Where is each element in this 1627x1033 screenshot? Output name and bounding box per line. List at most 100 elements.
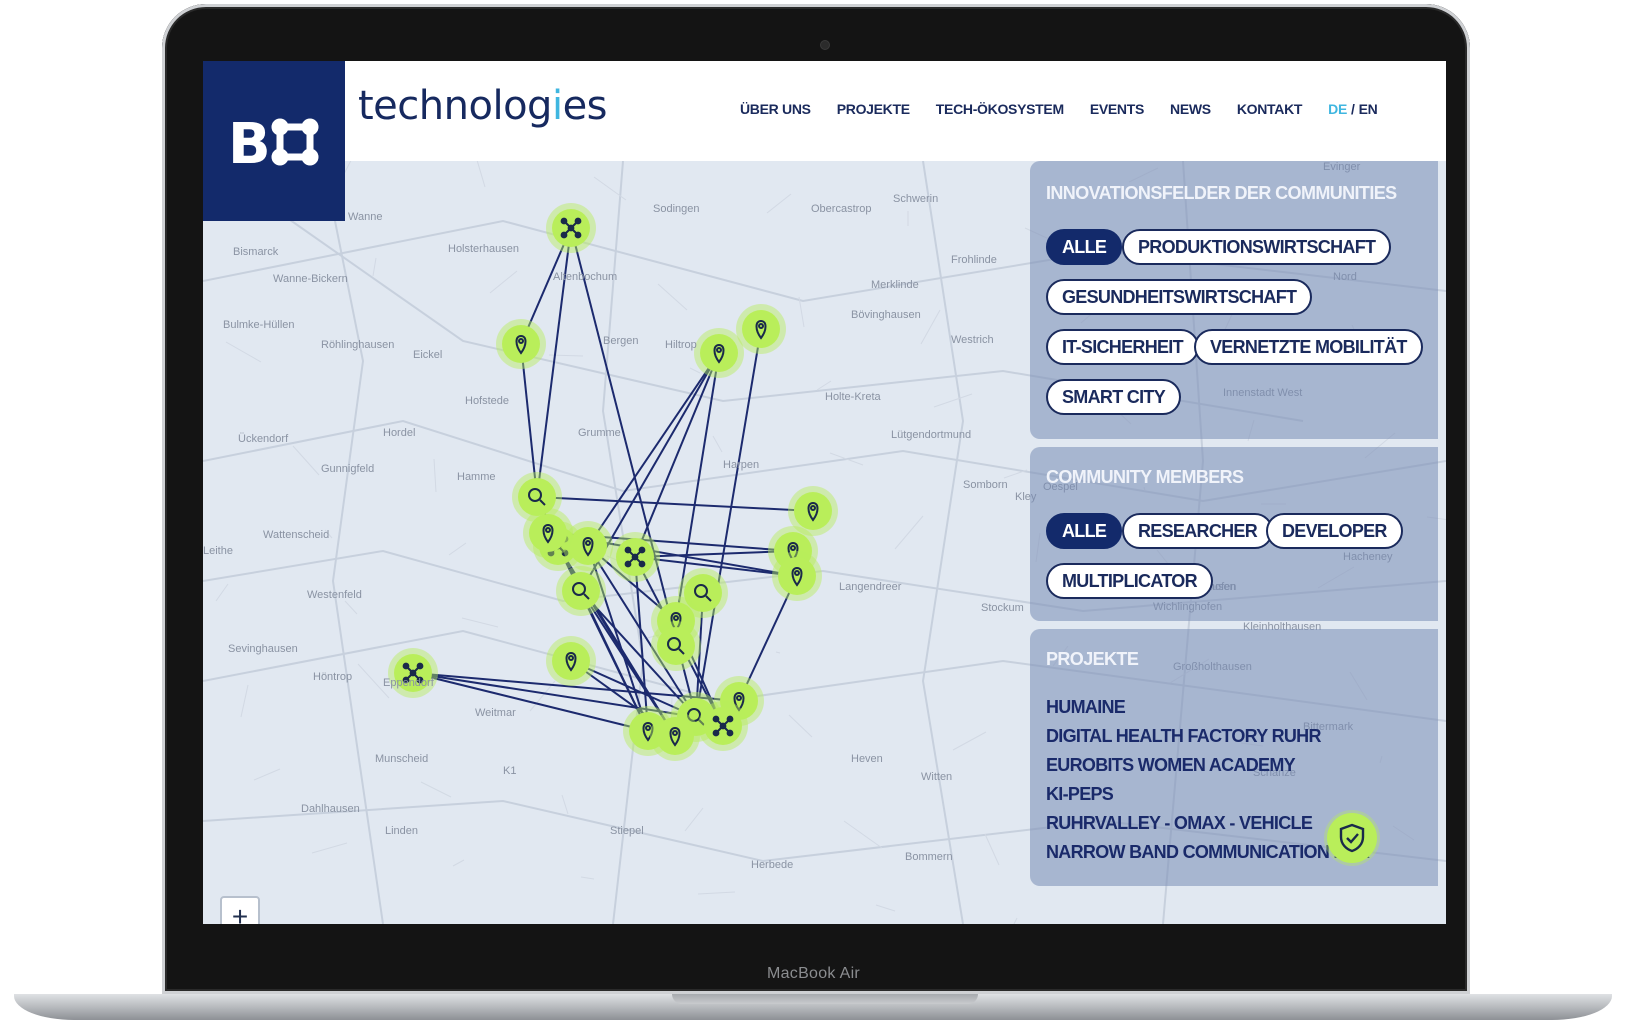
chip-produktionswirtschaft[interactable]: PRODUKTIONSWIRTSCHAFT xyxy=(1122,229,1392,265)
map-place-label: Sevinghausen xyxy=(228,643,298,655)
connection-line xyxy=(412,672,649,732)
map-street xyxy=(476,161,486,188)
map-place-label: Heven xyxy=(851,753,883,765)
map-street xyxy=(689,367,701,374)
map-place-label: Bismarck xyxy=(233,246,279,258)
chip-it-sicherheit[interactable]: IT-SICHERHEIT xyxy=(1046,329,1199,365)
project-link[interactable]: NARROW BAND COMMUNICATION FOR xyxy=(1046,842,1370,863)
camera-icon xyxy=(820,40,830,50)
chip-gesundheitswirtschaft[interactable]: GESUNDHEITSWIRTSCHAFT xyxy=(1046,279,1313,315)
map-street xyxy=(697,891,736,895)
map-marker-pin[interactable] xyxy=(772,551,822,601)
map-place-label: Eppendorf xyxy=(383,677,434,689)
chip-developer[interactable]: DEVELOPER xyxy=(1266,513,1403,549)
map-street xyxy=(311,842,348,854)
map-street xyxy=(894,515,924,550)
community-map[interactable]: Wanne Bismarck Wanne-Bickern Bulmke-Hüllen H… xyxy=(203,161,1446,924)
map-place-label: Langendreer xyxy=(839,581,902,593)
chip-researcher[interactable]: RESEARCHER xyxy=(1122,513,1274,549)
map-street xyxy=(343,161,352,175)
lang-en[interactable]: EN xyxy=(1359,101,1378,117)
nav-kontakt[interactable]: KONTAKT xyxy=(1237,101,1303,117)
brand-wordmark[interactable]: technologies xyxy=(358,83,608,129)
map-place-label: Lütgendortmund xyxy=(891,429,972,441)
lang-separator: / xyxy=(1351,101,1355,117)
project-link[interactable]: EUROBITS WOMEN ACADEMY xyxy=(1046,755,1296,776)
nav-tech-oekosystem[interactable]: TECH-ÖKOSYSTEM xyxy=(936,101,1064,117)
laptop-model-label: MacBook Air xyxy=(766,965,861,982)
chip-multiplicator[interactable]: MULTIPLICATOR xyxy=(1046,563,1213,599)
projects-title: PROJEKTE xyxy=(1046,649,1139,669)
map-place-label: Merklinde xyxy=(871,279,919,291)
map-marker-pin[interactable] xyxy=(546,636,596,686)
nav-projekte[interactable]: PROJEKTE xyxy=(837,101,910,117)
project-link[interactable]: DIGITAL HEALTH FACTORY RUHR xyxy=(1046,726,1321,747)
project-link[interactable]: RUHRVALLEY - OMAX - VEHICLE xyxy=(1046,813,1313,834)
map-marker-pin[interactable] xyxy=(694,328,744,378)
map-place-label: Bövinghausen xyxy=(851,309,921,321)
chip-vernetzte-mobilitaet[interactable]: VERNETZTE MOBILITÄT xyxy=(1194,329,1423,365)
map-place-label: Stiepel xyxy=(610,825,644,837)
map-street xyxy=(766,193,792,214)
chip-members-alle[interactable]: ALLE xyxy=(1046,513,1123,549)
connection-line xyxy=(587,352,720,547)
map-street xyxy=(829,452,864,466)
map-place-label: Obercastrop xyxy=(811,203,872,215)
map-street xyxy=(225,341,262,363)
map-street xyxy=(684,807,704,832)
map-place-label: Leithe xyxy=(203,545,233,557)
innovation-title: INNOVATIONSFELDER DER COMMUNITIES xyxy=(1046,183,1397,203)
browser-screen: technologies ÜBER UNS PROJEKTE TECH-ÖKOS… xyxy=(203,61,1446,924)
map-place-label: Frohlinde xyxy=(951,254,997,266)
map-place-label: Röhlinghausen xyxy=(321,339,395,351)
nav-ueber-uns[interactable]: ÜBER UNS xyxy=(740,101,811,117)
map-street xyxy=(372,257,377,277)
project-link[interactable]: HUMAINE xyxy=(1046,697,1126,718)
map-marker-pin[interactable] xyxy=(523,508,573,558)
svg-text:B: B xyxy=(228,112,271,171)
map-marker-network[interactable] xyxy=(610,532,660,582)
map-place-label: Somborn xyxy=(963,479,1008,491)
map-street xyxy=(448,542,467,556)
map-street xyxy=(344,600,358,615)
project-link[interactable]: KI-PEPS xyxy=(1046,784,1114,805)
map-place-label: Sodingen xyxy=(653,203,700,215)
map-marker-network[interactable] xyxy=(388,648,438,698)
map-street xyxy=(580,876,595,880)
privacy-shield-button[interactable] xyxy=(1327,813,1377,863)
map-street xyxy=(561,794,569,815)
map-street xyxy=(712,435,723,453)
map-place-label: Westrich xyxy=(951,334,994,346)
map-street xyxy=(984,833,1000,866)
map-marker-search[interactable] xyxy=(556,566,606,616)
map-street xyxy=(875,904,896,912)
map-place-label: Linden xyxy=(385,825,419,837)
chip-innovation-alle[interactable]: ALLE xyxy=(1046,229,1123,265)
map-marker-network[interactable] xyxy=(698,701,748,751)
map-place-label: Witten xyxy=(921,771,953,783)
map-marker-network[interactable] xyxy=(546,203,596,253)
map-street xyxy=(292,445,320,476)
map-marker-pin[interactable] xyxy=(650,711,700,761)
logo[interactable]: B xyxy=(203,61,345,221)
chip-smart-city[interactable]: SMART CITY xyxy=(1046,379,1181,415)
map-marker-pin[interactable] xyxy=(496,319,546,369)
brand-suffix: es xyxy=(562,83,608,129)
map-place-label: Holte-Kreta xyxy=(825,391,881,403)
zoom-in-button[interactable]: + xyxy=(222,898,258,924)
nav-news[interactable]: NEWS xyxy=(1170,101,1211,117)
map-street xyxy=(215,583,229,602)
map-street xyxy=(920,309,941,345)
map-place-label: Weitmar xyxy=(475,707,516,719)
map-marker-pin[interactable] xyxy=(736,304,786,354)
connection-line xyxy=(536,496,814,512)
language-switch: DE / EN xyxy=(1328,101,1378,117)
lang-de[interactable]: DE xyxy=(1328,101,1347,117)
brand-prefix: technolog xyxy=(358,83,552,129)
map-street xyxy=(452,859,465,867)
zoom-control: + − xyxy=(220,896,260,924)
map-marker-search[interactable] xyxy=(651,621,701,671)
map-street xyxy=(420,781,452,798)
map-place-label: Altenbochum xyxy=(553,271,618,283)
nav-events[interactable]: EVENTS xyxy=(1090,101,1145,117)
